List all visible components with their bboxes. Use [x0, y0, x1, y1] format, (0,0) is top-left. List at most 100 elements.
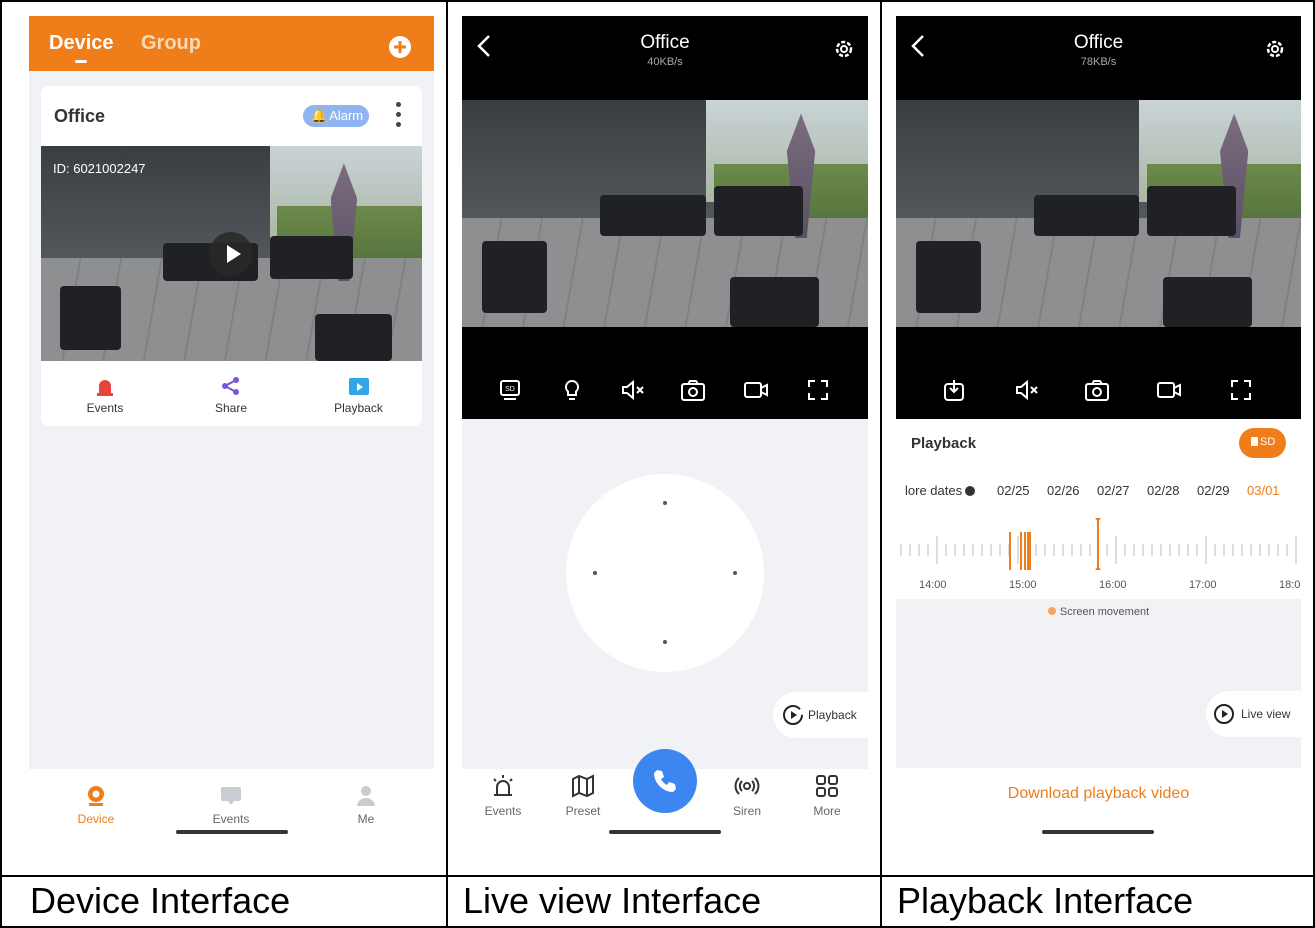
map-icon [572, 774, 594, 798]
mute-icon[interactable] [620, 378, 646, 402]
share-icon [222, 377, 239, 395]
legend: Screen movement [896, 606, 1301, 618]
divider [880, 0, 882, 928]
nav-live-events[interactable]: Events [480, 773, 526, 818]
sd-source-button[interactable]: SD [1239, 428, 1286, 458]
date-item[interactable]: 02/28 [1147, 483, 1197, 498]
gear-icon[interactable] [833, 38, 855, 60]
call-button[interactable] [633, 749, 697, 813]
snapshot-icon[interactable] [1084, 378, 1110, 402]
sd-quality-icon[interactable]: SD [498, 378, 522, 402]
legend-label: Screen movement [1059, 606, 1150, 618]
playback-section-label: Playback [911, 435, 977, 452]
ptz-left[interactable] [593, 571, 597, 575]
home-indicator [609, 830, 721, 834]
card-title: Office [54, 106, 106, 126]
date-item[interactable]: 02/27 [1097, 483, 1147, 498]
live-toolbar: SD [462, 376, 868, 406]
home-indicator [176, 830, 288, 834]
plus-icon [394, 41, 406, 53]
date-item[interactable]: 02/26 [1047, 483, 1097, 498]
phone-icon [654, 770, 676, 792]
grid-icon [816, 775, 838, 797]
divider [0, 875, 1315, 877]
nav-preset[interactable]: Preset [560, 773, 606, 818]
playback-panel: Office 78KB/s Playback SD lore dates 02/… [896, 16, 1306, 861]
playback-toolbar [896, 376, 1301, 406]
tab-group[interactable]: Group [141, 32, 201, 55]
action-playback[interactable]: Playback [326, 376, 391, 415]
playback-floating-button[interactable]: Playback [773, 692, 873, 738]
nav-me[interactable]: Me [341, 785, 391, 826]
playback-speed: 78KB/s [1080, 56, 1117, 68]
live-bottom-nav: Events Preset Siren More [462, 749, 868, 861]
legend-dot [1047, 607, 1056, 615]
nav-more[interactable]: More [804, 773, 850, 818]
action-share-label: Share [214, 401, 248, 415]
record-icon[interactable] [1156, 378, 1182, 402]
date-item-selected[interactable]: 03/01 [1247, 483, 1287, 498]
date-item[interactable]: 02/25 [997, 483, 1047, 498]
nav-siren[interactable]: Siren [724, 773, 770, 818]
alarm-badge[interactable]: 🔔 Alarm [303, 105, 369, 127]
live-view-floating-button[interactable]: Live view [1206, 691, 1306, 737]
more-dates-dropdown[interactable]: lore dates [905, 483, 976, 498]
live-view-label: Live view [1241, 707, 1291, 721]
device-panel: Device Group Office 🔔 Alarm ID: 602100224… [29, 16, 434, 861]
time-label: 15:00 [1009, 579, 1037, 591]
divider [446, 0, 448, 928]
replay-icon [783, 705, 803, 725]
alarm-label: Alarm [329, 108, 364, 123]
sd-label: SD [1260, 436, 1276, 448]
nav-preset-label: Preset [565, 804, 601, 818]
nav-events-label: Events [212, 812, 250, 826]
camera-id: ID: 6021002247 [53, 161, 146, 176]
playback-video[interactable] [896, 100, 1301, 327]
timeline-section: Playback SD lore dates 02/25 02/26 02/27 02… [896, 419, 1301, 599]
ptz-right[interactable] [733, 571, 737, 575]
download-playback-button[interactable]: Download playback video [896, 785, 1301, 803]
bottom-nav: Device Events Me [29, 769, 434, 861]
nav-device-label: Device [77, 812, 115, 826]
caption-device: Device Interface [30, 880, 291, 921]
caption-playback: Playback Interface [897, 880, 1194, 921]
live-video[interactable] [462, 100, 868, 327]
snapshot-icon[interactable] [680, 378, 706, 402]
add-device-button[interactable] [389, 36, 411, 58]
nav-device[interactable]: Device [71, 785, 121, 826]
play-button[interactable] [209, 232, 253, 276]
download-icon[interactable] [942, 378, 966, 402]
camera-thumbnail[interactable]: ID: 6021002247 [41, 146, 422, 361]
gear-icon[interactable] [1264, 38, 1286, 60]
nav-live-events-label: Events [484, 804, 522, 818]
camera-icon [88, 786, 104, 806]
nav-events[interactable]: Events [206, 785, 256, 826]
message-icon [221, 787, 241, 805]
action-share[interactable]: Share [201, 376, 261, 415]
playback-floating-label: Playback [808, 708, 857, 722]
ptz-down[interactable] [663, 640, 667, 644]
top-bar: Device Group [29, 16, 434, 71]
home-indicator [1042, 830, 1154, 834]
record-icon[interactable] [743, 378, 769, 402]
play-icon [227, 245, 241, 263]
date-item[interactable]: 02/29 [1197, 483, 1247, 498]
timeline-ticks[interactable] [896, 516, 1301, 576]
action-playback-label: Playback [334, 401, 383, 415]
live-view-panel: Office 40KB/s SD Playback Events Preset … [462, 16, 873, 861]
alarm-light-icon [493, 775, 513, 796]
device-card[interactable]: Office 🔔 Alarm ID: 6021002247 Events Sha… [41, 86, 422, 426]
more-menu-icon[interactable] [393, 102, 403, 132]
light-bulb-icon[interactable] [560, 378, 584, 402]
bell-icon: 🔔 [311, 108, 328, 123]
ptz-joystick[interactable] [566, 474, 764, 672]
download-bar: Download playback video [896, 768, 1301, 861]
caption-live-view: Live view Interface [463, 880, 762, 921]
fullscreen-icon[interactable] [806, 378, 830, 402]
fullscreen-icon[interactable] [1229, 378, 1253, 402]
tab-device[interactable]: Device [49, 32, 114, 55]
nav-siren-label: Siren [732, 804, 761, 818]
action-events[interactable]: Events [75, 376, 135, 415]
ptz-up[interactable] [663, 501, 667, 505]
mute-icon[interactable] [1014, 378, 1040, 402]
